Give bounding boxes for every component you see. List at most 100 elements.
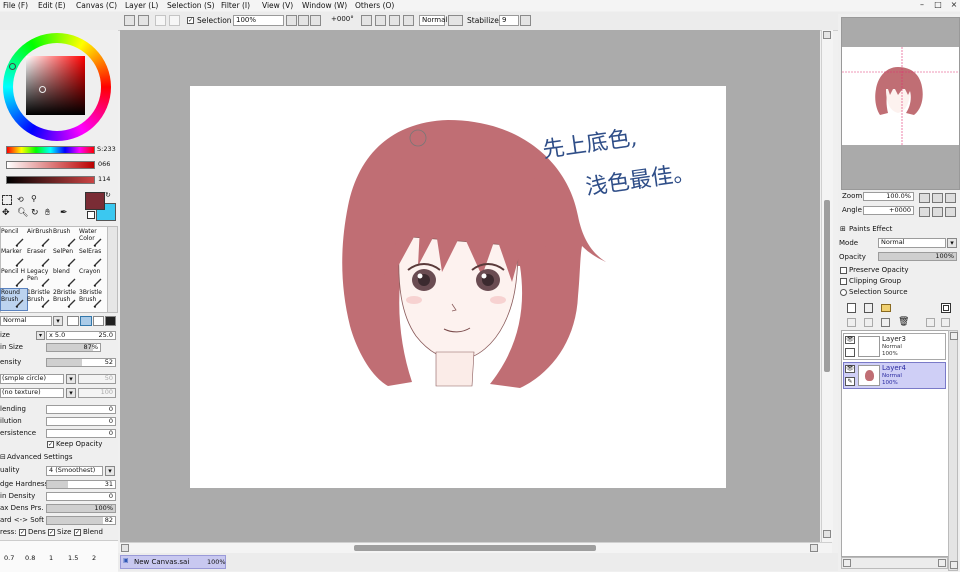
swap-colors-icon[interactable]: ↻ [105,191,111,199]
layer-scroll-left-icon[interactable] [843,559,851,567]
scroll-up-icon[interactable] [823,31,831,39]
nav-angle-field[interactable]: +0000 [863,206,914,215]
scroll-down-icon[interactable] [823,530,831,538]
shape-flat-icon[interactable] [105,316,116,326]
nav-zoom-field[interactable]: 100.0% [863,192,914,201]
keep-opacity-checkbox[interactable]: ✓ [47,441,54,448]
advanced-collapse-icon[interactable]: ⊟ [0,453,6,461]
persistence-slider[interactable]: 0 [46,429,116,438]
layer4-pen-icon[interactable]: ✎ [845,377,855,386]
tool-legacy-pen[interactable]: Legacy Pen [27,268,53,289]
nav-rotate-right-button[interactable] [932,207,943,217]
min-size-slider[interactable]: 87% [46,343,101,352]
hand-icon[interactable]: ✋︎ [45,208,50,218]
paints-effect-collapse-icon[interactable]: ⊞ [840,225,846,233]
transparent-color-icon[interactable] [87,211,95,219]
layer-scroll-right-icon[interactable] [938,559,946,567]
drawing-paper[interactable]: 先上底色, 浅色最佳。 [190,86,726,488]
rotate-reset-button[interactable] [389,15,400,26]
copy-layer-icon[interactable] [847,318,856,327]
tool-grid-scrollbar[interactable] [107,226,118,313]
apply-mask-icon[interactable] [926,318,935,327]
rect-select-icon[interactable] [2,195,12,205]
menu-file[interactable]: File (F) [3,0,28,11]
move-icon[interactable]: ✥ [2,208,10,218]
transfer-down-icon[interactable] [881,318,890,327]
tool-selpen[interactable]: SelPen [53,248,79,269]
texture-strength[interactable]: 100 [78,388,116,398]
vertical-scroll-thumb[interactable] [824,200,830,372]
layer3-lock-icon[interactable] [845,348,855,357]
preset-size-3[interactable]: 1 [49,554,53,562]
horizontal-scroll-thumb[interactable] [354,545,596,551]
size-field[interactable]: x 5.0 25.0 [46,331,116,340]
layer-list-scrollbar[interactable] [948,330,958,571]
stabilizer-field[interactable]: 9 [499,15,519,26]
selection-source-radio[interactable] [840,289,847,296]
hue-cursor-icon[interactable] [9,63,16,70]
layer-hscrollbar[interactable] [841,557,948,569]
menu-selection[interactable]: Selection (S) [167,0,215,11]
tool-watercolor[interactable]: Water Color [79,228,105,249]
mode-dropdown-icon[interactable]: ▾ [53,316,63,326]
new-folder-icon[interactable] [881,304,891,312]
magic-wand-icon[interactable]: ⚲ [31,194,37,203]
dilution-slider[interactable]: 0 [46,417,116,426]
primary-color-swatch[interactable] [85,192,105,210]
document-tab[interactable]: ▣ New Canvas.sai 100% [120,555,226,569]
preset-size-2[interactable]: 0.8 [25,554,35,562]
scroll-left-icon[interactable] [121,544,129,552]
shape-hard-icon[interactable] [67,316,79,326]
advanced-settings-label[interactable]: Advanced Settings [7,453,73,462]
shape-dropdown-icon[interactable]: ▾ [66,374,76,384]
invert-selection-button[interactable] [138,15,149,26]
new-layer-icon[interactable] [847,303,856,313]
brush-shape-select[interactable]: (smple circle) [0,374,64,384]
rotate-right-button[interactable] [375,15,386,26]
min-density-slider[interactable]: 0 [46,492,116,501]
tool-brush[interactable]: Brush [53,228,79,249]
tool-pencil[interactable]: Pencil [1,228,27,249]
shape-strength[interactable]: 50 [78,374,116,384]
layer-panel-menu-icon[interactable] [941,303,951,313]
sv-cursor-icon[interactable] [39,86,46,93]
hard-soft-slider[interactable]: 82 [46,516,116,525]
nav-zoom-in-button[interactable] [932,193,943,203]
zoom-in-button[interactable] [298,15,309,26]
menu-window[interactable]: Window (W) [302,0,347,11]
max-dens-slider[interactable]: 100% [46,504,116,513]
clipping-group-checkbox[interactable] [840,278,847,285]
vertical-scrollbar[interactable] [821,30,833,542]
blending-slider[interactable]: 0 [46,405,116,414]
nav-zoom-out-button[interactable] [919,193,930,203]
stabilizer-dropdown-button[interactable] [520,15,531,26]
lasso-icon[interactable]: ⟲ [17,195,24,204]
zoom-field[interactable]: 100% [233,15,284,26]
rotate-left-button[interactable] [361,15,372,26]
layer-mode-dropdown-icon[interactable]: ▾ [947,238,957,248]
scroll-right-icon[interactable] [810,544,818,552]
value-slider[interactable] [6,176,95,184]
eyedropper-icon[interactable]: ✒ [60,208,68,218]
brush-texture-select[interactable]: (no texture) [0,388,64,398]
layer-scroll-down-icon[interactable] [950,561,958,569]
press-dens-checkbox[interactable]: ✓ [19,529,26,536]
tool-crayon[interactable]: Crayon [79,268,105,289]
blend-mode-field[interactable]: Normal [419,15,447,26]
merge-layer-icon[interactable] [864,318,873,327]
tool-bristle1[interactable]: 1Bristle Brush [27,289,53,310]
nav-zoom-reset-button[interactable] [945,193,956,203]
menu-canvas[interactable]: Canvas (C) [76,0,117,11]
layer-row-layer3[interactable]: 👁︎ Layer3 Normal 100% [843,333,946,360]
clear-layer-icon[interactable] [941,318,950,327]
press-size-checkbox[interactable]: ✓ [48,529,55,536]
menu-others[interactable]: Others (O) [355,0,394,11]
nav-rotate-left-button[interactable] [919,207,930,217]
layer-row-layer4[interactable]: 👁︎ ✎ Layer4 Normal 100% [843,362,946,389]
press-blend-checkbox[interactable]: ✓ [74,529,81,536]
rotate-tool-icon[interactable]: ↻ [31,208,39,218]
saturation-value-square[interactable] [26,56,85,115]
paints-effect-label[interactable]: Paints Effect [849,225,892,234]
tool-eraser[interactable]: Eraser [27,248,53,269]
size-mult-dropdown-icon[interactable]: ▾ [36,331,45,340]
